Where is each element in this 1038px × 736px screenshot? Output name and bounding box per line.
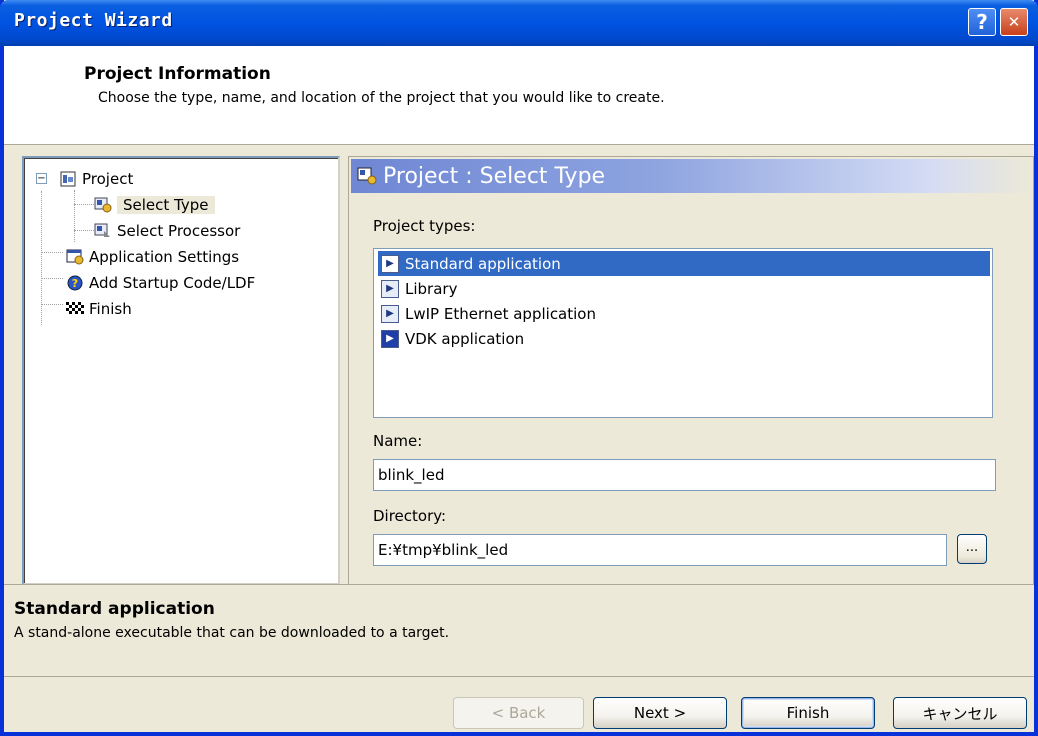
list-item[interactable]: ▶ Library xyxy=(378,276,990,301)
project-types-label: Project types: xyxy=(373,217,476,235)
tree-line xyxy=(74,204,94,205)
directory-field[interactable]: E:¥tmp¥blink_led xyxy=(373,534,947,566)
tree-item-label: Project xyxy=(82,170,134,188)
description-title: Standard application xyxy=(14,599,215,619)
select-processor-icon xyxy=(94,223,112,239)
tree-item-select-type[interactable]: Select Type xyxy=(94,194,215,216)
button-bar: < Back Next > Finish キャンセル xyxy=(4,676,1034,732)
tree-line xyxy=(41,304,63,305)
wizard-header: Project Information Choose the type, nam… xyxy=(4,46,1034,145)
tree-item-application-settings[interactable]: Application Settings xyxy=(66,246,239,268)
tree-item-label: Add Startup Code/LDF xyxy=(89,274,256,292)
directory-label: Directory: xyxy=(373,507,447,525)
navigation-tree: − Project Select Type Select Processor A… xyxy=(22,156,340,585)
tree-line xyxy=(74,230,94,231)
list-item-label: Standard application xyxy=(405,254,561,273)
name-field[interactable]: blink_led xyxy=(373,459,996,491)
tree-item-label: Select Type xyxy=(117,196,215,214)
application-icon: ▶ xyxy=(381,279,399,298)
wizard-body: − Project Select Type Select Processor A… xyxy=(4,145,1034,585)
application-settings-icon xyxy=(66,249,84,265)
help-button[interactable]: ? xyxy=(968,8,996,36)
help-question-icon: ? xyxy=(66,275,84,291)
panel-title: Project : Select Type xyxy=(383,163,606,189)
window-title: Project Wizard xyxy=(14,10,173,31)
description-text: A stand-alone executable that can be dow… xyxy=(14,625,450,641)
tree-line xyxy=(41,252,63,253)
application-icon: ▶ xyxy=(381,254,399,273)
back-button[interactable]: < Back xyxy=(453,697,584,729)
project-wizard-window: Project Wizard ? ✕ Project Information C… xyxy=(0,0,1038,736)
close-icon: ✕ xyxy=(1007,13,1021,31)
cancel-button[interactable]: キャンセル xyxy=(893,697,1027,729)
tree-item-select-processor[interactable]: Select Processor xyxy=(94,220,240,242)
checkered-flag-icon xyxy=(66,301,84,317)
vdk-icon: ▶ xyxy=(381,329,399,348)
browse-button[interactable]: ... xyxy=(957,534,987,564)
page-title: Project Information xyxy=(84,64,271,84)
svg-text:?: ? xyxy=(72,277,78,290)
tree-item-add-startup-code[interactable]: ? Add Startup Code/LDF xyxy=(66,272,255,294)
select-type-icon xyxy=(94,197,112,213)
application-icon: ▶ xyxy=(381,304,399,323)
list-item[interactable]: ▶ VDK application xyxy=(378,326,990,351)
title-bar[interactable]: Project Wizard ? ✕ xyxy=(0,0,1038,46)
name-label: Name: xyxy=(373,432,423,450)
select-type-icon xyxy=(357,166,377,186)
help-icon: ? xyxy=(976,10,988,34)
tree-item-label: Application Settings xyxy=(89,248,240,266)
collapse-icon[interactable]: − xyxy=(36,173,47,184)
list-item-label: VDK application xyxy=(405,329,525,348)
list-item-label: Library xyxy=(405,279,458,298)
page-subtitle: Choose the type, name, and location of t… xyxy=(98,90,665,106)
tree-item-label: Finish xyxy=(89,300,132,318)
finish-button[interactable]: Finish xyxy=(741,697,875,729)
project-icon xyxy=(59,171,77,187)
list-item[interactable]: ▶ LwIP Ethernet application xyxy=(378,301,990,326)
select-type-panel: Project : Select Type Project types: ▶ S… xyxy=(348,156,1034,585)
list-item-label: LwIP Ethernet application xyxy=(405,304,596,323)
tree-line xyxy=(74,190,75,242)
list-item[interactable]: ▶ Standard application xyxy=(378,251,990,276)
tree-item-label: Select Processor xyxy=(117,222,241,240)
tree-item-finish[interactable]: Finish xyxy=(66,298,132,320)
next-button[interactable]: Next > xyxy=(593,697,727,729)
project-types-list[interactable]: ▶ Standard application ▶ Library ▶ LwIP … xyxy=(373,248,993,418)
tree-item-project[interactable]: Project xyxy=(59,168,133,190)
tree-line xyxy=(41,278,63,279)
description-area: Standard application A stand-alone execu… xyxy=(4,584,1034,676)
close-button[interactable]: ✕ xyxy=(1000,8,1028,36)
panel-header: Project : Select Type xyxy=(351,159,1031,193)
